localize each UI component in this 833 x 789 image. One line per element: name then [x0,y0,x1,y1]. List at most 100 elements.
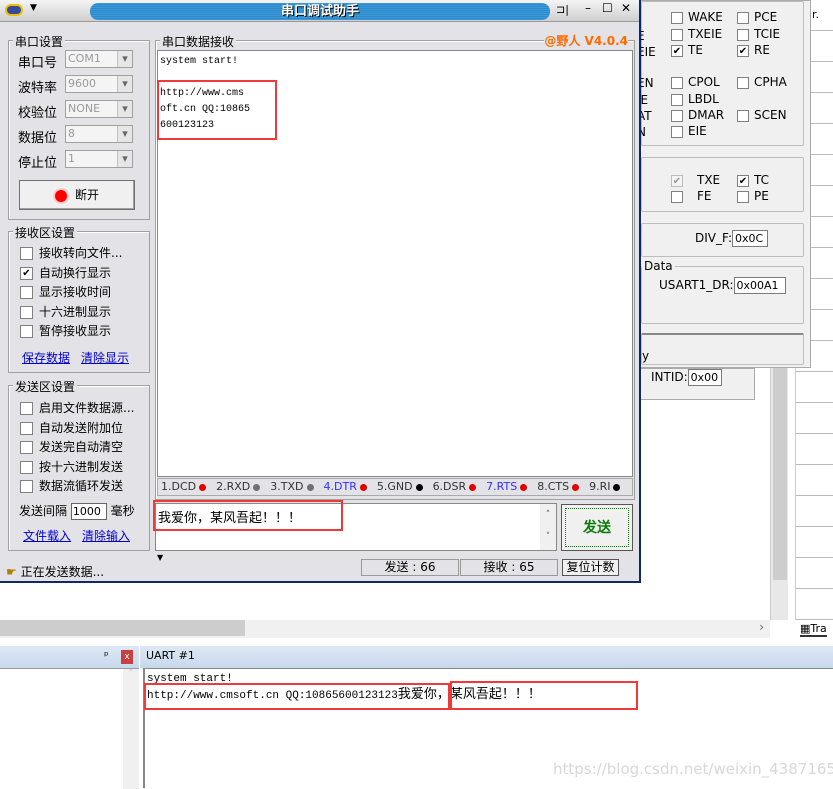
title-bar[interactable]: ▼ 串口调试助手 ⊐| – ☐ ✕ [0,0,639,22]
close-button[interactable]: ✕ [621,1,631,15]
send-button[interactable]: 发送 [561,504,633,551]
send-interval: 发送间隔 1000 毫秒 [19,503,135,520]
left-pane: ˄ [0,668,139,789]
close-pane-button[interactable]: x [121,650,133,664]
dropdown-arrow-icon[interactable]: ▼ [157,553,163,562]
pin-indicator: 4.DTR [324,480,367,493]
register-checkbox[interactable]: ✔ TE [671,43,703,57]
reset-count-button[interactable]: 复位计数 [562,559,619,576]
register-checkbox[interactable]: SCEN [737,108,787,122]
version-label: @野人 V4.0.4 [544,32,628,49]
register-checkbox[interactable]: CPHA [737,75,787,89]
highlight-box [144,683,450,710]
option-checkbox[interactable]: 数据流循环发送 [20,477,123,494]
pin-indicator: 3.TXD [270,480,314,493]
open-close-button[interactable]: 断开 [19,180,135,210]
status-flag-checkbox[interactable]: ✔ TXE [671,173,720,187]
option-checkbox[interactable]: 接收转向文件... [20,244,122,261]
port-field-label: 数据位 [18,131,58,146]
receive-line: system start! [160,56,239,67]
checkbox[interactable] [20,441,33,454]
pin-led-icon [415,483,423,491]
register-checkbox[interactable]: TXEIE [671,27,722,41]
checkbox[interactable] [20,247,33,260]
port-field-select[interactable]: 9600 [65,75,133,93]
option-checkbox[interactable]: ✔ 自动换行显示 [20,264,111,281]
usart-register-panel: Data y E EIE EN IE AT N WAKEPCETXEIETCIE… [636,0,811,368]
app-logo-icon[interactable] [5,4,23,16]
register-checkbox[interactable]: EIE [671,124,707,138]
option-checkbox[interactable]: 自动发送附加位 [20,419,123,436]
pin-indicator: 7.RTS [486,480,528,493]
watermark: https://blog.csdn.net/weixin_43871650 [553,760,833,778]
send-scrollbar[interactable]: ˄ ˅ [540,504,556,550]
usart-dr-field: USART1_DR: 0x00A1 [659,277,786,294]
option-checkbox[interactable]: 暂停接收显示 [20,322,111,339]
option-checkbox[interactable]: 按十六进制发送 [20,458,123,475]
option-checkbox[interactable]: 十六进制显示 [20,303,111,320]
interval-input[interactable]: 1000 [70,503,107,520]
port-field-label: 校验位 [18,106,58,121]
pin-icon[interactable]: ⊐| [556,3,569,16]
load-file-link[interactable]: 文件载入 [23,527,71,544]
cut-label-r: r. [812,8,820,21]
checkbox[interactable] [20,402,33,415]
save-data-link[interactable]: 保存数据 [22,349,70,366]
pin-indicator: 2.RXD [216,480,261,493]
highlight-box [153,500,343,531]
highlight-box [157,80,277,140]
minimize-button[interactable]: – [585,1,591,15]
pin-led-icon [572,483,580,491]
pin-indicator: 9.RI [589,480,621,493]
uart-tab-header[interactable]: UART #1 [140,646,833,668]
checkbox[interactable] [20,480,33,493]
port-field-label: 波特率 [18,81,58,96]
port-field-select[interactable]: COM1 [65,50,133,68]
clear-display-link[interactable]: 清除显示 [81,349,129,366]
maximize-button[interactable]: ☐ [602,1,613,15]
checkbox[interactable] [20,325,33,338]
pin-led-icon [199,483,207,491]
checkbox[interactable]: ✔ [20,266,33,280]
register-checkbox[interactable]: LBDL [671,92,719,106]
port-field-select[interactable]: 1 [65,150,133,168]
status-flag-checkbox[interactable]: PE [737,189,769,203]
status-flag-checkbox[interactable]: FE [671,189,711,203]
checkbox[interactable] [20,460,33,474]
menu-arrow-icon[interactable]: ▼ [30,3,37,13]
register-checkbox[interactable]: WAKE [671,10,723,24]
register-checkbox[interactable]: TCIE [737,27,780,41]
port-field-select[interactable]: NONE [65,100,133,118]
pin-led-icon [469,483,477,491]
status-message: ☛ 正在发送数据... [6,565,105,579]
register-checkbox[interactable]: CPOL [671,75,720,89]
checkbox[interactable] [20,305,33,319]
status-flag-checkbox[interactable]: ✔ TC [737,173,769,187]
pin-led-icon [613,483,621,491]
tra-tab[interactable]: ▦Tra [800,622,827,637]
port-status-icon [54,189,67,202]
register-checkbox[interactable]: ✔ RE [737,43,770,57]
vertical-scrollbar[interactable] [770,360,788,620]
horizontal-scrollbar[interactable]: › [0,620,770,638]
data-group-label: Data [642,259,675,273]
pin-led-icon [253,483,261,491]
option-checkbox[interactable]: 显示接收时间 [20,283,111,300]
pin-led-icon [359,483,367,491]
window-title: 串口调试助手 [90,3,550,20]
checkbox[interactable] [20,286,33,299]
highlight-box [450,681,638,710]
checkbox[interactable] [20,421,33,435]
serial-assistant-window: ▼ 串口调试助手 ⊐| – ☐ ✕ 串口设置 串口号COM1波特率9600校验位… [0,0,641,583]
register-checkbox[interactable]: PCE [737,10,777,24]
pin-indicator: 1.DCD [161,480,207,493]
option-checkbox[interactable]: 发送完自动清空 [20,438,123,455]
clear-input-link[interactable]: 清除输入 [82,527,130,544]
option-checkbox[interactable]: 启用文件数据源... [20,399,134,416]
pin-icon[interactable]: ᵖ [104,649,109,662]
port-field-label: 串口号 [18,56,58,71]
pin-indicator: 8.CTS [537,480,580,493]
port-field-select[interactable]: 8 [65,125,133,143]
register-checkbox[interactable]: DMAR [671,108,724,122]
hand-pointer-icon: ☛ [6,565,17,579]
